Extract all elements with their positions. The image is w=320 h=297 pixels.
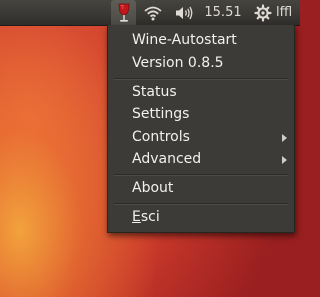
wine-autostart-indicator[interactable] — [111, 0, 136, 25]
menu-item-label: About — [132, 180, 174, 196]
indicator-menu: Wine-Autostart Version 0.8.5 Status Sett… — [107, 25, 295, 233]
menu-item-label: Version 0.8.5 — [132, 55, 224, 71]
menu-item-controls[interactable]: Controls — [108, 126, 294, 148]
volume-icon — [176, 6, 193, 19]
user-name: lffl — [276, 5, 293, 20]
submenu-arrow-icon — [282, 134, 287, 142]
menu-item-label-rest: sci — [140, 209, 160, 225]
menu-item-quit[interactable]: Esci — [108, 206, 294, 228]
submenu-arrow-icon — [282, 156, 287, 164]
clock-indicator[interactable]: 15.51 — [204, 0, 242, 25]
menu-item-label: Advanced — [132, 151, 202, 167]
menu-item-label: Wine-Autostart — [132, 32, 237, 48]
session-indicator[interactable] — [252, 0, 274, 25]
menu-separator — [114, 203, 288, 205]
wine-glass-icon — [118, 3, 129, 22]
menu-item-label: Controls — [132, 129, 190, 145]
sound-indicator[interactable] — [171, 0, 197, 25]
wifi-icon — [144, 6, 162, 20]
menu-separator — [114, 78, 288, 80]
menu-separator — [114, 174, 288, 176]
menu-item-settings[interactable]: Settings — [108, 103, 294, 125]
menu-item-version[interactable]: Version 0.8.5 — [108, 52, 294, 74]
mnemonic-letter: E — [132, 209, 141, 225]
top-panel: 15.51 lffl — [0, 0, 300, 26]
menu-item-label: Settings — [132, 106, 190, 122]
menu-item-app-title[interactable]: Wine-Autostart — [108, 29, 294, 51]
menu-item-label: Esci — [132, 206, 160, 228]
menu-item-label: Status — [132, 84, 177, 100]
menu-item-about[interactable]: About — [108, 177, 294, 199]
network-indicator[interactable] — [140, 0, 166, 25]
menu-item-status[interactable]: Status — [108, 81, 294, 103]
settings-gear-icon — [254, 3, 272, 22]
menu-item-advanced[interactable]: Advanced — [108, 148, 294, 170]
